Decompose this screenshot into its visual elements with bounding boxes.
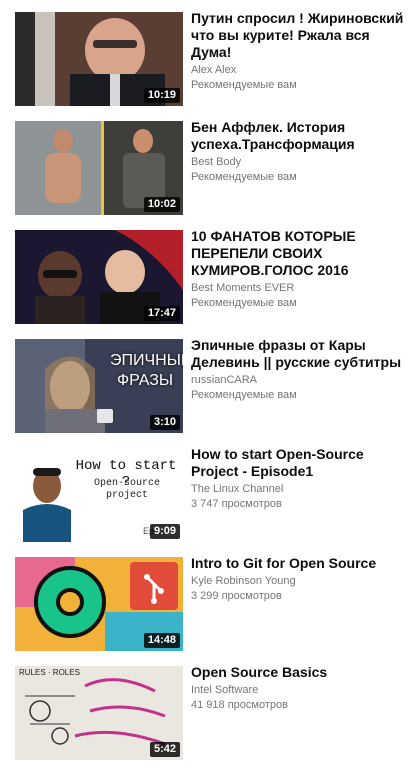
video-title[interactable]: 10 ФАНАТОВ КОТОРЫЕ ПЕРЕПЕЛИ СВОИХ КУМИРО… [191, 228, 405, 279]
thumbnail-overlay-text: ЭПИЧНЫЕ ФРАЗЫ [110, 352, 183, 389]
video-list: 10:19 Путин спросил ! Жириновский что вы… [0, 0, 414, 771]
duration-badge: 3:10 [149, 415, 180, 430]
video-title[interactable]: Эпичные фразы от Кары Делевинь || русски… [191, 337, 405, 371]
channel-name[interactable]: Best Body [191, 155, 405, 170]
duration-badge: 10:02 [143, 197, 180, 212]
video-title[interactable]: How to start Open-Source Project - Episo… [191, 446, 405, 480]
video-info: Путин спросил ! Жириновский что вы курит… [191, 10, 405, 93]
thumbnail-overlay-text: RULES · ROLES [19, 668, 80, 677]
channel-name[interactable]: Alex Alex [191, 63, 405, 78]
video-title[interactable]: Open Source Basics [191, 664, 405, 681]
thumbnail-overlay-subtitle: Open-source project [93, 478, 160, 501]
channel-name[interactable]: The Linux Channel [191, 482, 405, 497]
video-info: Бен Аффлек. История успеха.Трансформация… [191, 119, 405, 185]
duration-badge: 17:47 [143, 306, 180, 321]
video-thumbnail[interactable]: ЭПИЧНЫЕ ФРАЗЫ 3:10 [15, 339, 183, 433]
video-meta: 3 747 просмотров [191, 498, 282, 510]
channel-name[interactable]: Kyle Robinson Young [191, 574, 405, 589]
video-card[interactable]: RULES · ROLES 5:42 Open Source Basics In… [0, 664, 414, 762]
channel-name[interactable]: Best Moments EVER [191, 281, 405, 296]
duration-badge: 14:48 [143, 633, 180, 648]
video-thumbnail[interactable]: 10:02 [15, 121, 183, 215]
video-meta: Рекомендуемые вам [191, 297, 297, 309]
video-card[interactable]: 10:19 Путин спросил ! Жириновский что вы… [0, 10, 414, 108]
video-card[interactable]: ЭПИЧНЫЕ ФРАЗЫ 3:10 Эпичные фразы от Кары… [0, 337, 414, 435]
video-info: 10 ФАНАТОВ КОТОРЫЕ ПЕРЕПЕЛИ СВОИХ КУМИРО… [191, 228, 405, 311]
video-meta: Рекомендуемые вам [191, 79, 297, 91]
video-title[interactable]: Бен Аффлек. История успеха.Трансформация [191, 119, 405, 153]
video-meta: 41 918 просмотров [191, 699, 288, 711]
video-card[interactable]: 10:02 Бен Аффлек. История успеха.Трансфо… [0, 119, 414, 217]
channel-name[interactable]: Intel Software [191, 683, 405, 698]
video-title[interactable]: Intro to Git for Open Source [191, 555, 405, 572]
video-info: Open Source Basics Intel Software 41 918… [191, 664, 405, 713]
video-card[interactable]: How to start ? Open-source project Ep 9:… [0, 446, 414, 544]
duration-badge: 9:09 [149, 524, 180, 539]
video-thumbnail[interactable]: 10:19 [15, 12, 183, 106]
channel-name[interactable]: russianCARA [191, 373, 405, 388]
video-info: Эпичные фразы от Кары Делевинь || русски… [191, 337, 405, 403]
video-info: Intro to Git for Open Source Kyle Robins… [191, 555, 405, 604]
duration-badge: 10:19 [143, 88, 180, 103]
video-title[interactable]: Путин спросил ! Жириновский что вы курит… [191, 10, 405, 61]
video-card[interactable]: 17:47 10 ФАНАТОВ КОТОРЫЕ ПЕРЕПЕЛИ СВОИХ … [0, 228, 414, 326]
video-meta: Рекомендуемые вам [191, 389, 297, 401]
video-thumbnail[interactable]: 17:47 [15, 230, 183, 324]
video-info: How to start Open-Source Project - Episo… [191, 446, 405, 512]
video-thumbnail[interactable]: RULES · ROLES 5:42 [15, 666, 183, 760]
video-card[interactable]: 14:48 Intro to Git for Open Source Kyle … [0, 555, 414, 653]
duration-badge: 5:42 [149, 742, 180, 757]
video-thumbnail[interactable]: How to start ? Open-source project Ep 9:… [15, 448, 183, 542]
video-meta: 3 299 просмотров [191, 590, 282, 602]
video-thumbnail[interactable]: 14:48 [15, 557, 183, 651]
video-meta: Рекомендуемые вам [191, 171, 297, 183]
